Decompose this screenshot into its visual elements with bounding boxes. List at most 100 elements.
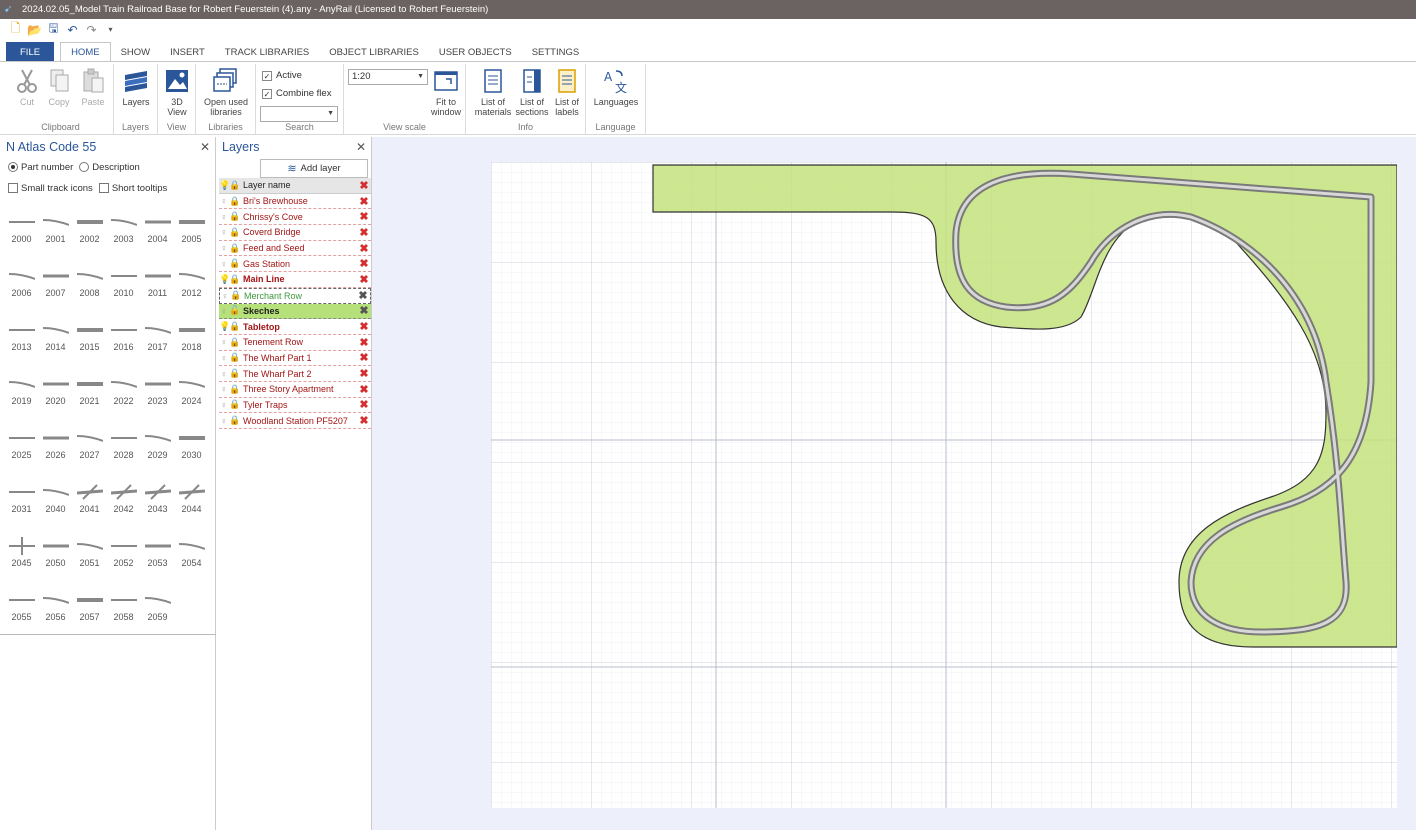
tab-track-libraries[interactable]: TRACK LIBRARIES <box>215 42 319 62</box>
layer-row[interactable]: ♀ 🔒 Tenement Row ✖ <box>219 335 371 351</box>
list-of-sections-button[interactable]: List of sections <box>514 67 550 117</box>
delete-icon[interactable]: ✖ <box>357 336 371 349</box>
lock-icon[interactable]: 🔒 <box>229 352 241 363</box>
layers-button[interactable]: Layers <box>119 67 153 107</box>
delete-icon[interactable]: ✖ <box>357 398 371 411</box>
delete-icon[interactable]: ✖ <box>357 273 371 286</box>
track-part-tile[interactable]: 2006 <box>6 261 37 315</box>
open-icon[interactable]: 📂 <box>27 23 42 37</box>
tab-settings[interactable]: SETTINGS <box>522 42 590 62</box>
track-part-tile[interactable]: 2012 <box>176 261 207 315</box>
lock-icon[interactable]: 🔒 <box>229 415 241 426</box>
track-part-tile[interactable]: 2026 <box>40 423 71 477</box>
redo-icon[interactable]: ↷ <box>84 23 99 37</box>
lightbulb-icon[interactable]: ♀ <box>219 384 229 394</box>
tab-object-libraries[interactable]: OBJECT LIBRARIES <box>319 42 429 62</box>
track-part-tile[interactable]: 2002 <box>74 207 105 261</box>
track-part-tile[interactable]: 2027 <box>74 423 105 477</box>
lightbulb-icon[interactable]: ♀ <box>219 369 229 379</box>
save-icon[interactable]: 🖫 <box>46 19 61 40</box>
lightbulb-icon[interactable]: 💡 <box>219 180 230 191</box>
short-tooltips-checkbox[interactable]: Short tooltips <box>98 183 167 194</box>
track-part-tile[interactable]: 2011 <box>142 261 173 315</box>
delete-icon[interactable]: ✖ <box>357 195 371 208</box>
layer-row[interactable]: ♀ 🔒 The Wharf Part 2 ✖ <box>219 366 371 382</box>
delete-icon[interactable]: ✖ <box>357 242 371 255</box>
lock-icon[interactable]: 🔒 <box>229 243 241 254</box>
part-number-radio[interactable]: Part number <box>8 162 73 173</box>
track-part-tile[interactable]: 2015 <box>74 315 105 369</box>
delete-icon[interactable]: ✖ <box>357 383 371 396</box>
tab-user-objects[interactable]: USER OBJECTS <box>429 42 522 62</box>
lightbulb-icon[interactable]: ♀ <box>219 212 229 222</box>
lightbulb-icon[interactable]: 💡 <box>219 321 230 332</box>
tab-home[interactable]: HOME <box>60 42 111 62</box>
lock-icon[interactable]: 🔒 <box>229 337 241 348</box>
track-part-tile[interactable]: 2057 <box>74 585 105 639</box>
lock-icon[interactable]: 🔒 <box>229 321 241 332</box>
lightbulb-icon[interactable]: ♀ <box>219 306 229 316</box>
track-part-tile[interactable]: 2014 <box>40 315 71 369</box>
combine-flex-checkbox[interactable]: ✓ Combine flex <box>262 88 331 99</box>
track-part-tile[interactable]: 2050 <box>40 531 71 585</box>
track-part-tile[interactable]: 2003 <box>108 207 139 261</box>
delete-icon[interactable]: ✖ <box>357 257 371 270</box>
lightbulb-icon[interactable]: ♀ <box>219 196 229 206</box>
track-part-tile[interactable]: 2031 <box>6 477 37 531</box>
baseboard[interactable] <box>491 162 1398 808</box>
track-part-tile[interactable]: 2017 <box>142 315 173 369</box>
lock-icon[interactable]: 🔒 <box>229 384 241 395</box>
lock-icon[interactable]: 🔒 <box>229 211 241 222</box>
undo-icon[interactable]: ↶ <box>65 23 80 37</box>
layer-row[interactable]: ♀ 🔒 Coverd Bridge ✖ <box>219 225 371 241</box>
track-part-tile[interactable]: 2000 <box>6 207 37 261</box>
delete-icon[interactable]: ✖ <box>357 367 371 380</box>
new-icon[interactable]: 🗋 <box>8 19 23 40</box>
track-part-tile[interactable]: 2023 <box>142 369 173 423</box>
layer-row[interactable]: 💡 🔒 Tabletop ✖ <box>219 319 371 335</box>
lock-icon[interactable]: 🔒 <box>229 274 241 285</box>
track-part-tile[interactable]: 2016 <box>108 315 139 369</box>
lock-icon[interactable]: 🔒 <box>230 290 242 301</box>
track-part-tile[interactable]: 2041 <box>74 477 105 531</box>
delete-icon[interactable]: ✖ <box>357 179 371 192</box>
lock-icon[interactable]: 🔒 <box>229 258 241 269</box>
track-part-tile[interactable]: 2053 <box>142 531 173 585</box>
layout-canvas[interactable] <box>372 137 1416 830</box>
lock-icon[interactable]: 🔒 <box>229 399 241 410</box>
track-part-tile[interactable]: 2005 <box>176 207 207 261</box>
lightbulb-icon[interactable]: ♀ <box>220 291 230 301</box>
track-part-tile[interactable]: 2008 <box>74 261 105 315</box>
lightbulb-icon[interactable]: ♀ <box>219 416 229 426</box>
lightbulb-icon[interactable]: ♀ <box>219 400 229 410</box>
track-part-tile[interactable]: 2019 <box>6 369 37 423</box>
tab-insert[interactable]: INSERT <box>160 42 215 62</box>
add-layer-button[interactable]: ≋ Add layer <box>260 159 368 178</box>
track-part-tile[interactable]: 2059 <box>142 585 173 639</box>
layer-row[interactable]: 💡 🔒 Main Line ✖ <box>219 272 371 288</box>
layer-row[interactable]: ♀ 🔒 Bri's Brewhouse ✖ <box>219 194 371 210</box>
lightbulb-icon[interactable]: ♀ <box>219 259 229 269</box>
layer-row[interactable]: ♀ 🔒 Feed and Seed ✖ <box>219 241 371 257</box>
track-part-tile[interactable]: 2020 <box>40 369 71 423</box>
track-part-tile[interactable]: 2025 <box>6 423 37 477</box>
track-part-tile[interactable]: 2045 <box>6 531 37 585</box>
delete-icon[interactable]: ✖ <box>357 351 371 364</box>
tab-file[interactable]: FILE <box>6 42 55 62</box>
lock-icon[interactable]: 🔒 <box>229 180 241 191</box>
description-radio[interactable]: Description <box>79 162 140 173</box>
layer-row[interactable]: ♀ 🔒 Three Story Apartment ✖ <box>219 382 371 398</box>
delete-icon[interactable]: ✖ <box>356 289 370 302</box>
track-part-tile[interactable]: 2058 <box>108 585 139 639</box>
delete-icon[interactable]: ✖ <box>357 414 371 427</box>
track-part-tile[interactable]: 2028 <box>108 423 139 477</box>
track-part-tile[interactable]: 2007 <box>40 261 71 315</box>
layer-row[interactable]: ♀ 🔒 Tyler Traps ✖ <box>219 398 371 414</box>
track-part-tile[interactable]: 2022 <box>108 369 139 423</box>
track-part-tile[interactable]: 2013 <box>6 315 37 369</box>
cut-button[interactable]: Cut <box>12 67 42 107</box>
layer-row[interactable]: ♀ 🔓 Skeches ✖ <box>219 303 371 320</box>
customize-icon[interactable]: ▾ <box>103 25 118 34</box>
layer-row[interactable]: ♀ 🔒 Woodland Station PF5207 ✖ <box>219 413 371 429</box>
track-part-tile[interactable]: 2029 <box>142 423 173 477</box>
